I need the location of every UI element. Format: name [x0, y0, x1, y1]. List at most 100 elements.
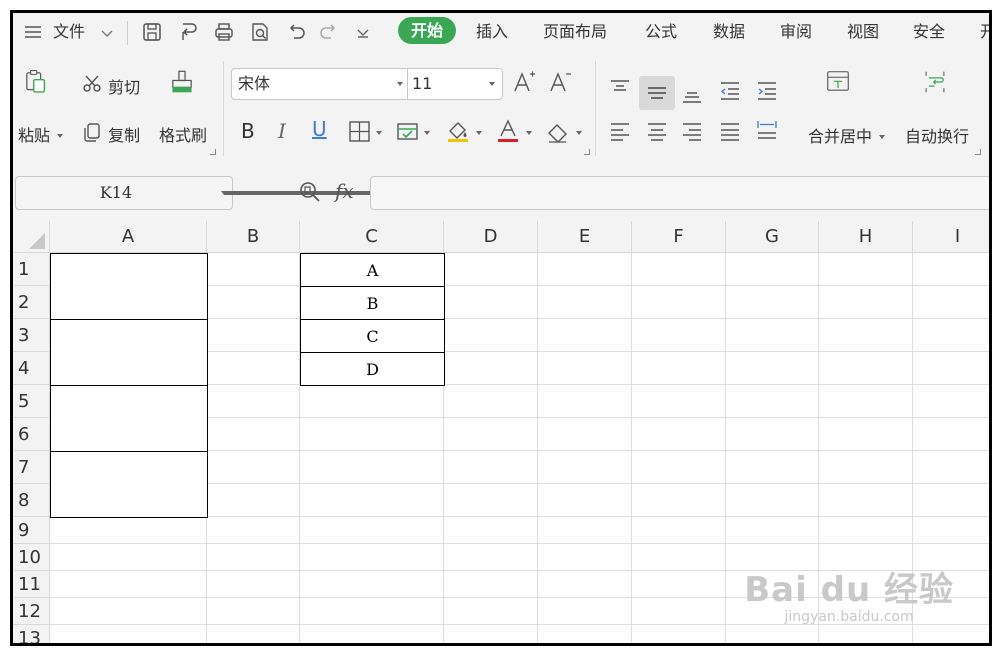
gridline-col [725, 253, 726, 643]
zoom-search-icon[interactable] [297, 179, 323, 205]
font-selector[interactable]: 宋体 11 [231, 68, 503, 100]
column-header-e[interactable]: E [538, 221, 632, 253]
baidu-watermark: Bai du 经验 jingyan.baidu.com [744, 562, 954, 625]
row-header-2[interactable]: 2 [13, 286, 50, 319]
fill-color-dropdown-icon[interactable] [476, 131, 482, 135]
fx-button[interactable]: fx [335, 179, 354, 203]
merge-center-label: 合并居中 [808, 127, 873, 146]
underline-button[interactable]: U [312, 117, 327, 141]
column-header-d[interactable]: D [444, 221, 538, 253]
row-header-3[interactable]: 3 [13, 319, 50, 352]
formula-input[interactable] [370, 176, 989, 210]
tab-page-layout[interactable]: 页面布局 [543, 13, 607, 51]
file-menu-label: 文件 [53, 22, 86, 41]
font-color-dropdown-icon[interactable] [526, 131, 532, 135]
file-menu[interactable]: 文件 [53, 13, 85, 51]
merged-cell[interactable] [50, 253, 208, 320]
borders-icon[interactable] [347, 119, 373, 145]
cell-style-dropdown-icon[interactable] [424, 131, 430, 135]
eraser-dropdown-icon[interactable] [576, 131, 582, 135]
tab-review[interactable]: 审阅 [780, 13, 812, 51]
font-name-dropdown-icon[interactable] [397, 82, 403, 86]
name-box-value: K14 [99, 183, 133, 202]
bold-button[interactable]: B [241, 119, 255, 143]
tab-overflow[interactable]: 开 [980, 13, 989, 51]
row-header-8[interactable]: 8 [13, 484, 50, 517]
merge-center-icon[interactable] [825, 69, 863, 105]
tab-data[interactable]: 数据 [713, 13, 745, 51]
row-header-5[interactable]: 5 [13, 385, 50, 418]
font-launcher-icon[interactable] [584, 149, 590, 155]
font-name-field[interactable]: 宋体 [238, 69, 270, 99]
watermark-brand: Bai du 经验 [744, 570, 954, 610]
spreadsheet-grid: A B C D E F G H I 1 2 3 4 5 6 7 8 9 10 11 12 13 A B C D Bai du 经验… [13, 221, 989, 643]
tab-home[interactable]: 开始 [398, 17, 456, 44]
watermark-url: jingyan.baidu.com [784, 609, 914, 625]
row-header-10[interactable]: 10 [13, 544, 50, 571]
cell-c3[interactable]: C [300, 319, 445, 353]
paste-icon[interactable] [23, 69, 55, 103]
column-header-f[interactable]: F [632, 221, 726, 253]
column-header-a[interactable]: A [50, 221, 207, 253]
merged-cell[interactable] [50, 385, 208, 452]
row-header-11[interactable]: 11 [13, 571, 50, 598]
column-header-i[interactable]: I [913, 221, 989, 253]
italic-button[interactable]: I [278, 119, 286, 143]
row-header-6[interactable]: 6 [13, 418, 50, 451]
column-header-c[interactable]: C [300, 221, 444, 253]
fill-color-icon[interactable] [445, 117, 471, 143]
merge-center-button[interactable]: 合并居中 [808, 123, 886, 147]
column-header-g[interactable]: G [726, 221, 819, 253]
tab-insert[interactable]: 插入 [476, 13, 508, 51]
paste-dropdown-icon [57, 134, 64, 138]
align-top-icon[interactable] [607, 77, 633, 103]
align-left-icon[interactable] [607, 119, 633, 145]
merged-cell[interactable] [50, 319, 208, 386]
cell-c1[interactable]: A [300, 253, 445, 287]
tab-security[interactable]: 安全 [913, 13, 945, 51]
decrease-font-size-icon[interactable] [547, 69, 573, 95]
select-all-corner[interactable] [13, 221, 50, 253]
row-header-7[interactable]: 7 [13, 451, 50, 484]
ribbon-divider [595, 61, 596, 156]
format-painter-button[interactable]: 格式刷 [159, 122, 207, 146]
clipboard-launcher-icon[interactable] [210, 149, 216, 155]
cell-c2[interactable]: B [300, 286, 445, 320]
column-header-b[interactable]: B [207, 221, 300, 253]
align-middle-icon[interactable] [644, 80, 670, 106]
cell-style-icon[interactable] [395, 119, 421, 145]
tab-view[interactable]: 视图 [847, 13, 879, 51]
font-size-field[interactable]: 11 [412, 69, 432, 99]
format-painter-icon[interactable] [169, 69, 201, 103]
row-header-13[interactable]: 13 [13, 625, 50, 643]
justify-icon[interactable] [717, 119, 743, 145]
row-header-1[interactable]: 1 [13, 253, 50, 286]
cell-c4[interactable]: D [300, 352, 445, 386]
align-bottom-icon[interactable] [679, 80, 705, 106]
alignment-launcher-icon[interactable] [975, 149, 981, 155]
row-header-9[interactable]: 9 [13, 517, 50, 544]
name-box[interactable]: K14 [15, 176, 427, 210]
row-header-4[interactable]: 4 [13, 352, 50, 385]
column-header-h[interactable]: H [819, 221, 913, 253]
distributed-align-icon[interactable] [754, 117, 780, 143]
increase-indent-icon[interactable] [754, 78, 780, 104]
decrease-indent-icon[interactable] [717, 78, 743, 104]
ribbon-divider [223, 61, 224, 156]
cut-button[interactable]: 剪切 [81, 73, 140, 99]
font-color-icon[interactable] [495, 117, 521, 143]
align-center-icon[interactable] [644, 119, 670, 145]
gridline-col [631, 253, 632, 643]
wrap-text-icon[interactable] [922, 69, 960, 105]
increase-font-size-icon[interactable] [511, 69, 537, 95]
borders-dropdown-icon[interactable] [376, 131, 382, 135]
row-header-12[interactable]: 12 [13, 598, 50, 625]
tab-formulas[interactable]: 公式 [645, 13, 677, 51]
eraser-icon[interactable] [545, 119, 571, 145]
align-right-icon[interactable] [679, 119, 705, 145]
copy-button[interactable]: 复制 [81, 121, 140, 147]
wrap-text-button[interactable]: 自动换行 [905, 123, 969, 147]
font-size-dropdown-icon[interactable] [489, 82, 495, 86]
paste-button[interactable]: 粘贴 [18, 122, 64, 146]
merged-cell[interactable] [50, 451, 208, 518]
